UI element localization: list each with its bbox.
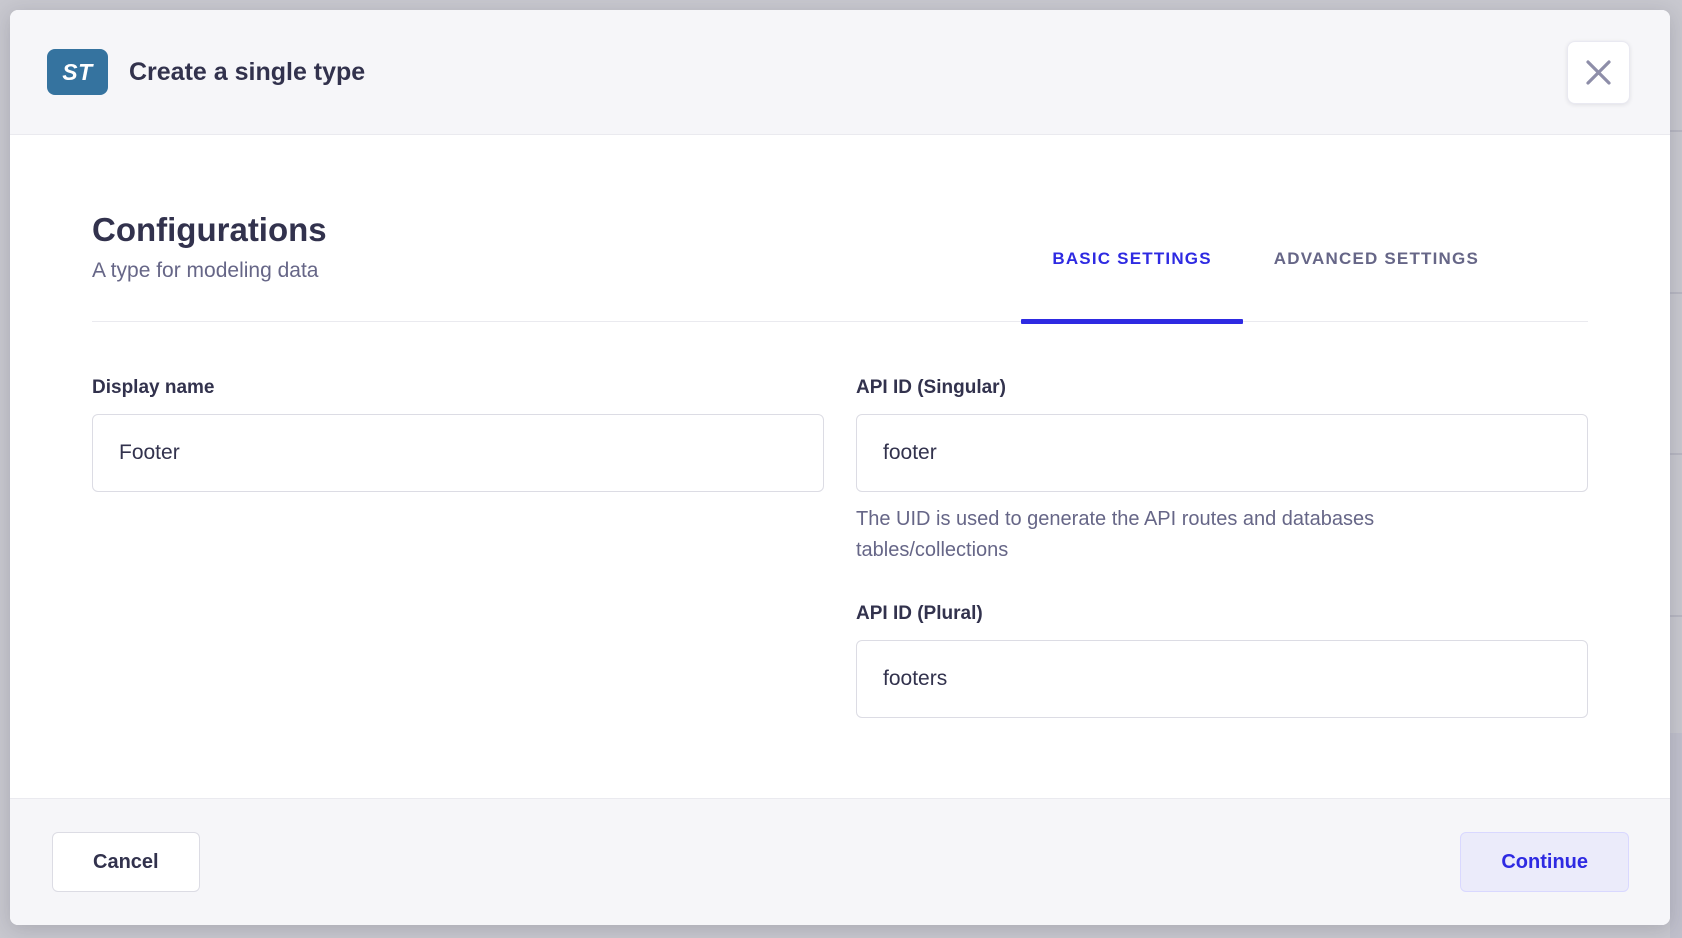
configurations-form: Display name API ID (Singular) The UID i…	[92, 376, 1588, 718]
tab-basic-settings[interactable]: BASIC SETTINGS	[1021, 249, 1242, 321]
tab-advanced-settings[interactable]: ADVANCED SETTINGS	[1243, 249, 1510, 321]
modal-body: Configurations A type for modeling data …	[10, 135, 1670, 798]
display-name-input[interactable]	[92, 414, 824, 492]
api-id-plural-label: API ID (Plural)	[856, 602, 1588, 626]
background-content-edge	[1670, 0, 1682, 938]
modal-title: Create a single type	[129, 58, 365, 87]
configurations-heading: Configurations	[92, 210, 1588, 250]
display-name-field: Display name	[92, 376, 824, 492]
display-name-label: Display name	[92, 376, 824, 400]
close-icon	[1585, 59, 1612, 86]
api-id-plural-input[interactable]	[856, 640, 1588, 718]
modal-footer: Cancel Continue	[10, 798, 1670, 925]
right-column: API ID (Singular) The UID is used to gen…	[856, 376, 1588, 718]
modal-header: ST Create a single type	[10, 10, 1670, 135]
api-id-singular-label: API ID (Singular)	[856, 376, 1588, 400]
api-id-singular-input[interactable]	[856, 414, 1588, 492]
api-id-singular-field: API ID (Singular) The UID is used to gen…	[856, 376, 1588, 566]
settings-tabs: BASIC SETTINGS ADVANCED SETTINGS	[1021, 249, 1510, 321]
single-type-badge-icon: ST	[47, 49, 108, 95]
configurations-header: Configurations A type for modeling data …	[92, 210, 1588, 322]
api-id-plural-field: API ID (Plural)	[856, 602, 1588, 718]
cancel-button[interactable]: Cancel	[52, 832, 200, 892]
create-single-type-modal: ST Create a single type Configurations A…	[10, 10, 1670, 925]
api-id-singular-hint: The UID is used to generate the API rout…	[856, 504, 1516, 566]
left-column: Display name	[92, 376, 824, 718]
continue-button[interactable]: Continue	[1460, 832, 1629, 892]
close-button[interactable]	[1567, 41, 1630, 104]
